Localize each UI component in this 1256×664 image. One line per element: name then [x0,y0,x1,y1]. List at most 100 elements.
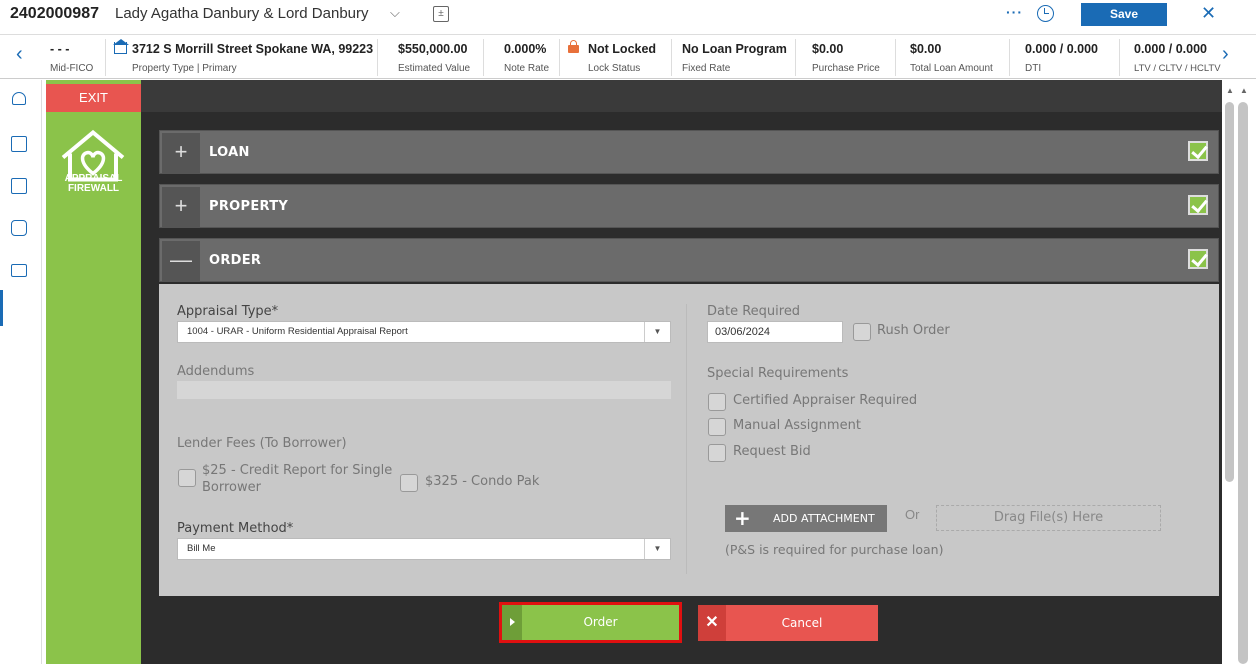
summary-value: Not Locked [588,42,657,56]
order-button[interactable]: Order [499,602,682,643]
addendums-field [177,381,671,399]
summary-label: Fixed Rate [682,63,731,74]
summary-value: 0.000% [504,42,547,56]
dropdown-arrow-icon[interactable]: ▼ [644,322,670,342]
summary-total-loan-amount: $0.00 Total Loan Amount [896,39,1010,76]
notes-icon[interactable] [11,178,27,194]
summary-mid-fico: - - - Mid-FICO [42,39,106,76]
add-attachment-label: ADD ATTACHMENT [773,512,875,525]
summary-label: LTV / CLTV / HCLTV [1134,63,1221,74]
section-property[interactable]: + PROPERTY [159,184,1219,228]
logo-text-line2: FIREWALL [67,183,120,194]
certified-appraiser-checkbox[interactable] [708,393,726,411]
cancel-button[interactable]: ✕ Cancel [698,605,878,641]
loan-summary-bar: ‹ - - - Mid-FICO 3712 S Morrill Street S… [0,34,1256,79]
scroll-up-arrow-icon[interactable]: ▲ [1226,86,1234,95]
appraisal-type-select[interactable]: 1004 - URAR - Uniform Residential Apprai… [177,321,671,343]
column-divider [686,304,687,574]
logo-text: APPRAISAL FIREWALL [46,174,141,194]
loan-number: 2402000987 [10,5,99,22]
more-options-icon[interactable]: ··· [1006,4,1023,20]
save-button[interactable]: Save [1081,3,1167,26]
scroll-thumb-outer[interactable] [1238,102,1248,664]
summary-value: No Loan Program [682,42,787,56]
summary-value: $550,000.00 [398,42,468,56]
section-title: ORDER [209,253,262,268]
fee-credit-report-label-line2: Borrower [202,480,261,495]
scrollbar[interactable]: ▲ ▲ [1222,80,1256,664]
request-bid-label: Request Bid [733,444,811,459]
section-loan[interactable]: + LOAN [159,130,1219,174]
payment-method-label: Payment Method* [177,521,294,536]
plus-icon: + [734,506,751,530]
expand-icon[interactable]: + [162,187,200,227]
purchase-loan-note: (P&S is required for purchase loan) [725,542,944,557]
play-arrow-icon [502,605,522,640]
add-attachment-button[interactable]: + ADD ATTACHMENT [725,505,887,532]
request-bid-checkbox[interactable] [708,444,726,462]
fee-credit-report-checkbox[interactable] [178,469,196,487]
fee-credit-report-label-line1: $25 - Credit Report for Single [202,463,393,478]
expand-icon[interactable]: + [162,133,200,173]
summary-dti: 0.000 / 0.000 DTI [1010,39,1120,76]
exit-button[interactable]: EXIT [46,84,141,112]
summary-label: Total Loan Amount [910,63,993,74]
scroll-thumb[interactable] [1225,102,1234,482]
summary-label: Purchase Price [812,63,880,74]
close-icon[interactable]: ✕ [1201,3,1216,24]
fee-credit-report-label: $25 - Credit Report for Single Borrower [202,462,392,496]
lock-shackle [570,40,577,47]
scroll-up-arrow-icon-outer[interactable]: ▲ [1240,86,1248,95]
date-required-label: Date Required [707,304,801,319]
briefcase-icon[interactable] [11,264,27,277]
summary-ltv: 0.000 / 0.000 LTV / CLTV / HCLTV [1120,39,1222,76]
main-content: + LOAN + PROPERTY — ORDER Appraisal Type… [141,80,1222,664]
summary-label: Estimated Value [398,63,471,74]
summary-label: Lock Status [588,63,641,74]
active-indicator [0,290,3,326]
collapse-icon[interactable]: — [162,241,200,281]
chevron-left-icon[interactable]: ‹ [16,43,23,66]
date-required-input[interactable]: 03/06/2024 [707,321,843,343]
history-clock-icon[interactable] [1037,5,1054,22]
addendums-label: Addendums [177,364,255,379]
appraisal-type-value: 1004 - URAR - Uniform Residential Apprai… [187,326,408,337]
summary-label: Mid-FICO [50,63,94,74]
or-label: Or [905,507,920,522]
contact-card-icon[interactable]: ± [433,6,449,22]
summary-purchase-price: $0.00 Purchase Price [796,39,896,76]
fee-condo-pak-checkbox[interactable] [400,474,418,492]
fee-condo-pak-label: $325 - Condo Pak [425,474,540,489]
appraisal-icon[interactable] [11,220,27,236]
summary-property: 3712 S Morrill Street Spokane WA, 99223 … [106,39,378,76]
rush-order-label: Rush Order [877,323,950,338]
checkmark-icon [1188,141,1208,161]
manual-assignment-checkbox[interactable] [708,418,726,436]
document-list-icon[interactable] [11,136,27,152]
bell-icon[interactable] [12,92,26,105]
chevron-right-icon[interactable]: › [1222,43,1229,66]
section-title: LOAN [209,145,250,160]
summary-value: $0.00 [812,42,844,56]
summary-value: 3712 S Morrill Street Spokane WA, 99223 [132,42,374,56]
order-form: Appraisal Type* 1004 - URAR - Uniform Re… [159,284,1219,596]
payment-method-select[interactable]: Bill Me ▼ [177,538,671,560]
summary-label: DTI [1025,63,1042,74]
rush-order-checkbox[interactable] [853,323,871,341]
checkmark-icon [1188,195,1208,215]
summary-value: 0.000 / 0.000 [1025,42,1098,56]
section-order[interactable]: — ORDER [159,238,1219,282]
file-drop-zone[interactable]: Drag File(s) Here [936,505,1161,531]
summary-label: Property Type | Primary [132,63,237,74]
manual-assignment-label: Manual Assignment [733,418,861,433]
chevron-down-icon[interactable]: ⌵ [390,5,400,21]
summary-lock-status: Not Locked Lock Status [560,39,672,76]
order-button-label: Order [583,615,618,629]
borrower-name[interactable]: Lady Agatha Danbury & Lord Danbury [115,5,369,22]
checkmark-icon [1188,249,1208,269]
certified-appraiser-label: Certified Appraiser Required [733,393,918,408]
cancel-button-label: Cancel [781,616,823,630]
dropdown-arrow-icon[interactable]: ▼ [644,539,670,559]
summary-loan-program: No Loan Program Fixed Rate [672,39,796,76]
summary-label: Note Rate [504,63,550,74]
